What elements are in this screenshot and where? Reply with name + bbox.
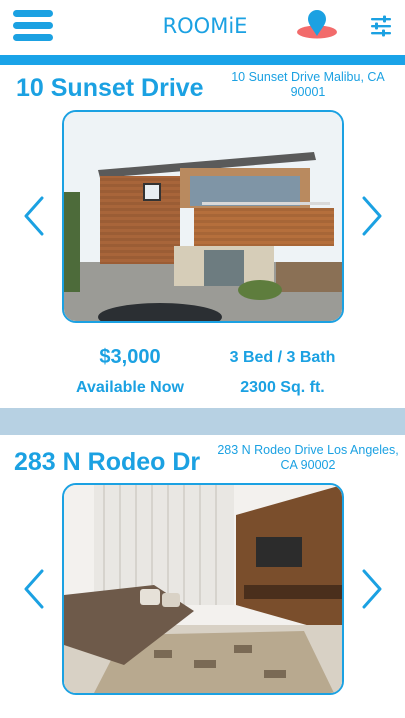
listing-photo-house[interactable] bbox=[62, 110, 344, 323]
listing-price: $3,000 bbox=[99, 346, 161, 368]
menu-line bbox=[13, 22, 53, 29]
listing-title[interactable]: 283 N Rodeo Dr bbox=[14, 448, 200, 477]
listing-photo-living-room[interactable] bbox=[62, 483, 344, 695]
menu-line bbox=[13, 10, 53, 17]
chevron-left-icon[interactable] bbox=[22, 569, 46, 609]
living-room-image bbox=[64, 485, 342, 693]
listing-availability: Available Now bbox=[76, 379, 184, 396]
chevron-right-icon[interactable] bbox=[360, 569, 384, 609]
listing-card: 283 N Rodeo Dr 283 N Rodeo Drive Los Ang… bbox=[0, 435, 405, 718]
app-header: ROOMiE bbox=[0, 0, 405, 55]
app-logo: ROOMiE bbox=[162, 14, 248, 38]
listing-card: 10 Sunset Drive 10 Sunset Drive Malibu, … bbox=[0, 65, 405, 408]
hamburger-menu-icon[interactable] bbox=[13, 10, 53, 42]
listing-divider bbox=[0, 408, 405, 435]
listing-address: 283 N Rodeo Drive Los Angeles, CA 90002 bbox=[217, 443, 399, 472]
listing-title[interactable]: 10 Sunset Drive bbox=[16, 74, 204, 103]
header-accent-bar bbox=[0, 55, 405, 65]
menu-line bbox=[13, 34, 53, 41]
location-pin-icon[interactable] bbox=[294, 10, 340, 40]
sliders-filter-icon[interactable] bbox=[370, 15, 392, 37]
listing-beds-baths: 3 Bed / 3 Bath bbox=[229, 349, 336, 366]
house-exterior-image bbox=[64, 112, 342, 321]
chevron-right-icon[interactable] bbox=[360, 196, 384, 236]
listing-area: 2300 Sq. ft. bbox=[240, 379, 325, 396]
chevron-left-icon[interactable] bbox=[22, 196, 46, 236]
listing-address: 10 Sunset Drive Malibu, CA 90001 bbox=[231, 70, 385, 99]
